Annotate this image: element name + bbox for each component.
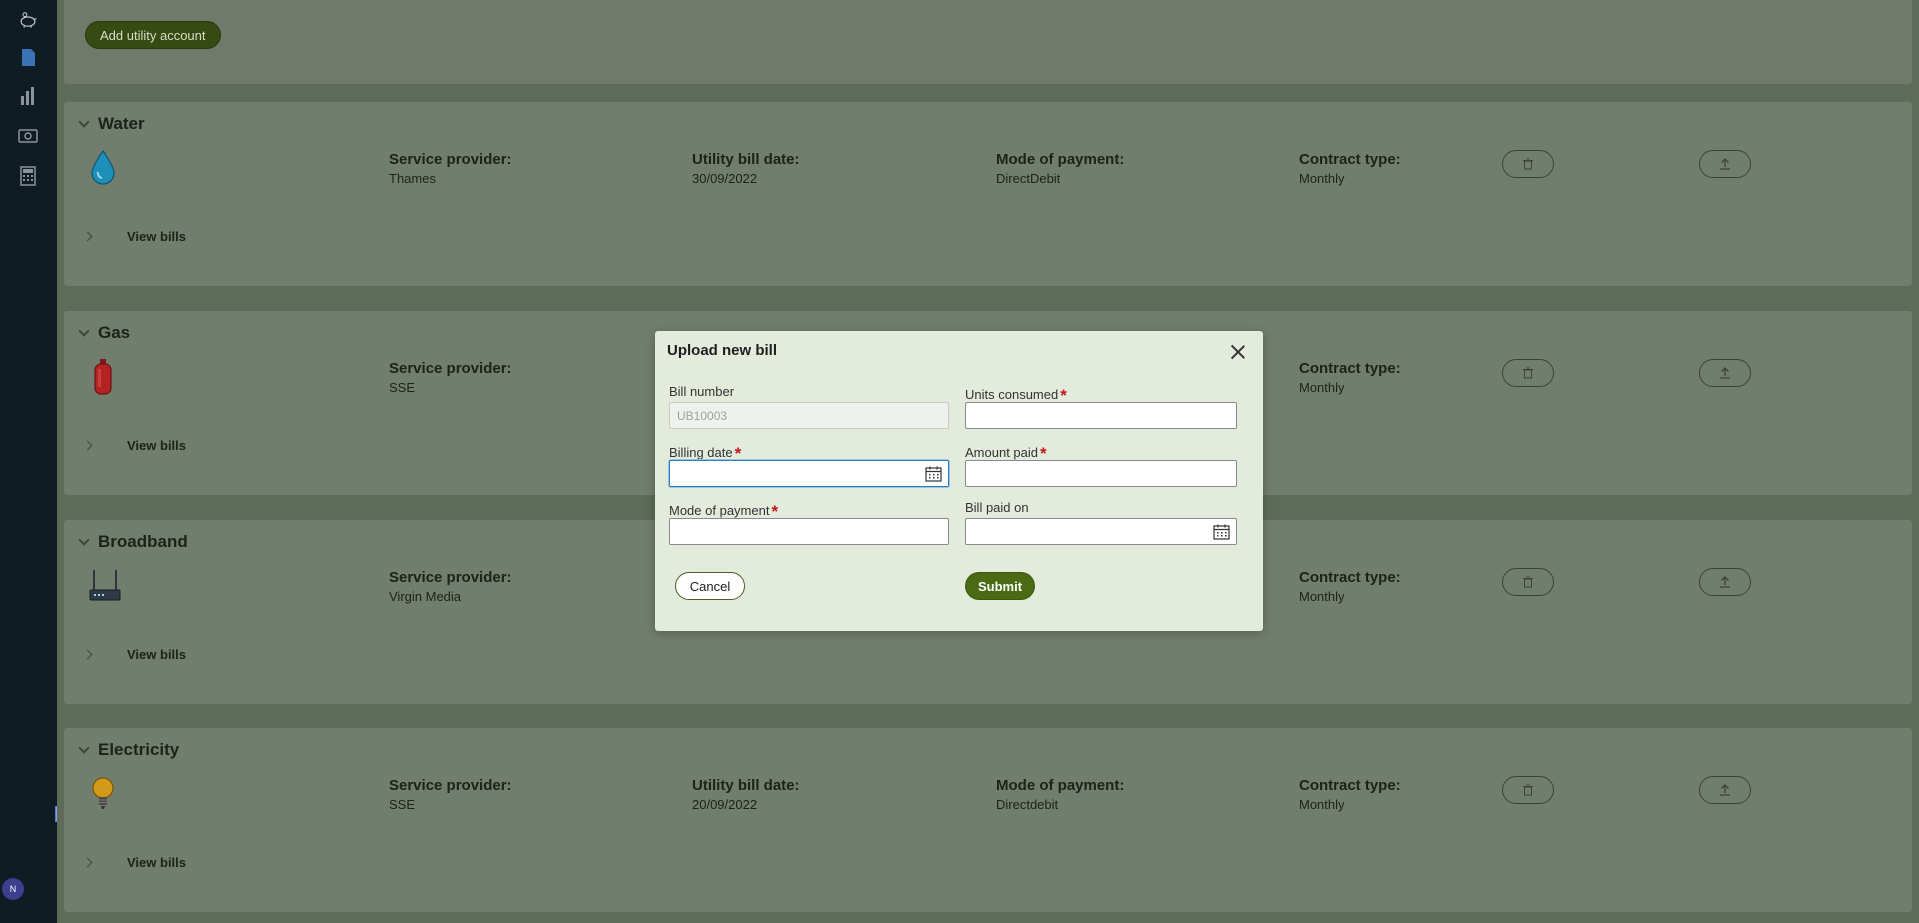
view-bills-toggle[interactable]: View bills [82,855,186,870]
mode-of-payment-field[interactable] [669,518,949,545]
chevron-down-icon [78,534,90,546]
utility-title: Water [98,114,145,133]
amount-paid-label: Amount paid * [965,444,1047,463]
service-provider: Service provider: Virgin Media [389,569,512,604]
avatar[interactable]: N [2,878,24,900]
calendar-icon [925,466,942,482]
upload-bill-modal: Upload new bill Bill number UB10003 Unit… [655,331,1263,631]
service-provider: Service provider: SSE [389,360,512,395]
trash-icon [1523,784,1533,796]
billing-date-label: Billing date * [669,444,742,463]
mode-of-payment: Mode of payment: Directdebit [996,777,1125,812]
modal-title: Upload new bill [667,342,778,359]
utility-header[interactable]: Broadband [78,532,188,552]
delete-bill-button[interactable] [1502,150,1554,178]
delete-bill-button[interactable] [1502,776,1554,804]
chevron-down-icon [78,742,90,754]
contract-type: Contract type: Monthly [1299,360,1401,395]
bill-paid-on-field[interactable] [965,518,1237,545]
utility-card-water: Water Service provider: Thames Utility bi… [64,102,1912,286]
upload-bill-button[interactable] [1699,776,1751,804]
document-icon[interactable] [18,47,38,67]
upload-bill-button[interactable] [1699,150,1751,178]
contract-type: Contract type: Monthly [1299,569,1401,604]
bill-number-label: Bill number [669,384,735,399]
upload-icon [1720,158,1730,170]
trash-icon [1523,576,1533,588]
upload-bill-button[interactable] [1699,568,1751,596]
router-icon [88,566,121,606]
billing-date-field[interactable] [669,460,949,487]
view-bills-toggle[interactable]: View bills [82,229,186,244]
water-drop-icon [88,148,118,188]
gas-cylinder-icon [88,357,118,397]
chevron-right-icon [82,231,93,242]
service-provider: Service provider: SSE [389,777,512,812]
bill-paid-on-label: Bill paid on [965,500,1029,515]
upload-icon [1720,784,1730,796]
contract-type: Contract type: Monthly [1299,151,1401,186]
delete-bill-button[interactable] [1502,359,1554,387]
chevron-right-icon [82,649,93,660]
chevron-down-icon [78,116,90,128]
units-consumed-field[interactable] [965,402,1237,429]
service-provider: Service provider: Thames [389,151,512,186]
utility-card-electricity: Electricity Service provider: SSE Utility… [64,728,1912,912]
upload-icon [1720,576,1730,588]
mode-of-payment: Mode of payment: DirectDebit [996,151,1125,186]
utility-header[interactable]: Gas [78,323,131,343]
chevron-right-icon [82,440,93,451]
amount-paid-field[interactable] [965,460,1237,487]
view-bills-toggle[interactable]: View bills [82,647,186,662]
chevron-down-icon [78,325,90,337]
utility-title: Broadband [98,532,188,551]
top-card: Add utility account [64,0,1912,84]
trash-icon [1523,158,1533,170]
utility-title: Electricity [98,740,180,759]
piggy-bank-icon[interactable] [18,10,38,30]
utility-header[interactable]: Water [78,114,145,134]
chevron-right-icon [82,857,93,868]
utility-bill-date: Utility bill date: 20/09/2022 [692,777,800,812]
mode-of-payment-label: Mode of payment * [669,502,779,521]
contract-type: Contract type: Monthly [1299,777,1401,812]
chart-icon[interactable] [18,86,38,106]
delete-bill-button[interactable] [1502,568,1554,596]
sidebar: N [0,0,57,923]
calendar-icon [1213,524,1230,540]
utility-bill-date: Utility bill date: 30/09/2022 [692,151,800,186]
trash-icon [1523,367,1533,379]
bill-number-field: UB10003 [669,402,949,429]
utility-title: Gas [98,323,131,342]
upload-icon [1720,367,1730,379]
cancel-button[interactable]: Cancel [675,572,745,600]
calculator-icon[interactable] [18,166,38,186]
close-icon[interactable] [1229,343,1247,361]
light-bulb-icon [88,774,118,814]
view-bills-toggle[interactable]: View bills [82,438,186,453]
money-icon[interactable] [18,126,38,146]
upload-bill-button[interactable] [1699,359,1751,387]
add-utility-account-button[interactable]: Add utility account [85,21,221,49]
submit-button[interactable]: Submit [965,572,1035,600]
utility-header[interactable]: Electricity [78,740,180,760]
units-consumed-label: Units consumed * [965,386,1067,405]
